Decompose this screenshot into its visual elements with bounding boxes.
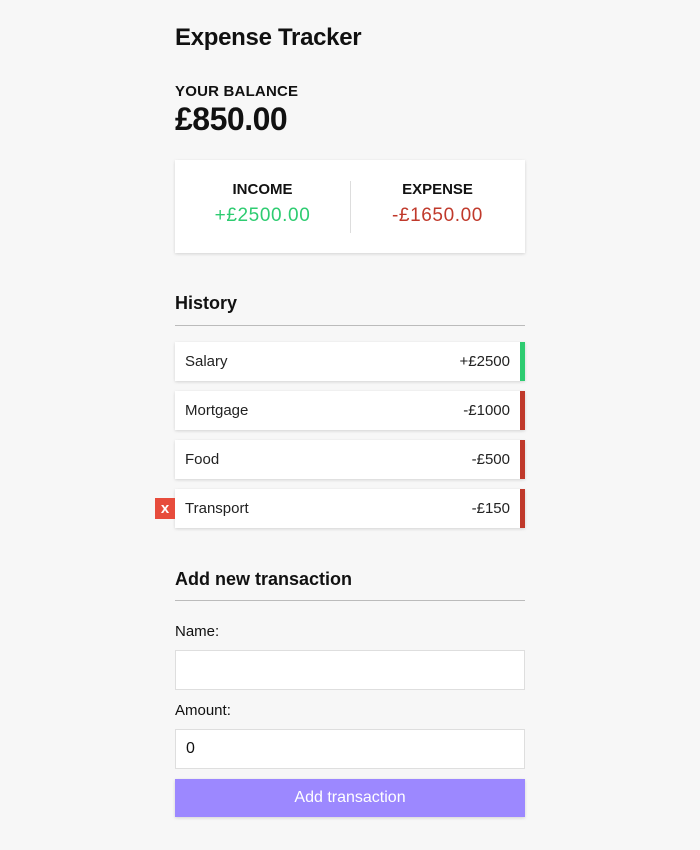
expense-label: EXPENSE — [402, 181, 473, 198]
transaction-item-transport[interactable]: x Transport -£150 — [155, 489, 525, 528]
transaction-name: Salary — [185, 353, 228, 370]
income-value: +£2500.00 — [214, 205, 311, 226]
income-label: INCOME — [232, 181, 293, 198]
transaction-amount: -£150 — [471, 500, 510, 517]
transaction-name: Mortgage — [185, 402, 249, 419]
transaction-name: Transport — [185, 500, 249, 517]
add-transaction-button[interactable]: Add transaction — [175, 779, 525, 817]
name-field-label: Name: — [175, 623, 220, 640]
delete-transaction-button[interactable]: x — [155, 498, 175, 519]
transaction-item-mortgage[interactable]: Mortgage -£1000 — [175, 391, 525, 430]
transaction-amount: -£1000 — [463, 402, 510, 419]
balance-label: YOUR BALANCE — [175, 83, 299, 100]
amount-field-label: Amount: — [175, 702, 231, 719]
expense-value: -£1650.00 — [392, 205, 483, 226]
amount-input[interactable] — [175, 729, 525, 769]
add-transaction-divider — [175, 600, 525, 601]
history-title: History — [175, 293, 238, 313]
expense-column: EXPENSE -£1650.00 — [350, 160, 525, 253]
transaction-amount: +£2500 — [459, 353, 510, 370]
income-expense-card: INCOME +£2500.00 EXPENSE -£1650.00 — [175, 160, 525, 253]
transaction-amount: -£500 — [471, 451, 510, 468]
app-title: Expense Tracker — [175, 24, 362, 51]
add-transaction-title: Add new transaction — [175, 569, 353, 589]
income-column: INCOME +£2500.00 — [175, 160, 350, 253]
transaction-list: Salary +£2500 Mortgage -£1000 Food -£500… — [155, 342, 525, 538]
transaction-item-food[interactable]: Food -£500 — [175, 440, 525, 479]
transaction-name: Food — [185, 451, 220, 468]
name-input[interactable] — [175, 650, 525, 690]
transaction-item-salary[interactable]: Salary +£2500 — [175, 342, 525, 381]
history-divider — [175, 325, 525, 326]
balance-value: £850.00 — [175, 101, 288, 137]
